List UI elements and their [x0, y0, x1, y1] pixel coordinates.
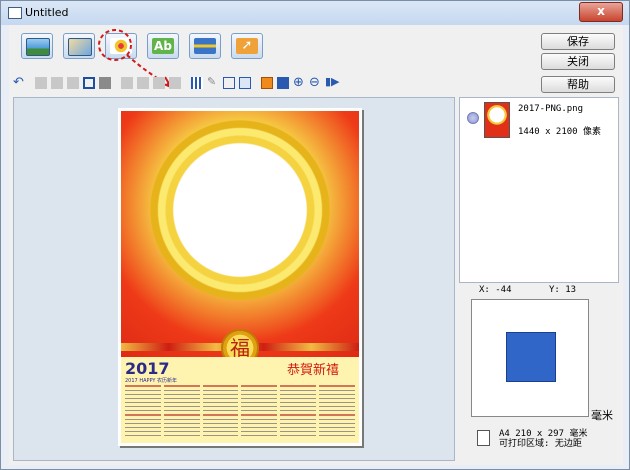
zoom-out-icon[interactable]: ⊖ [309, 75, 321, 90]
photo-frame-ring [150, 120, 330, 300]
calendar-month [125, 413, 161, 439]
pointer-icon: ➚ [236, 38, 258, 54]
y-coordinate: Y: 13 [549, 285, 577, 295]
poster-year: 2017 [125, 359, 170, 378]
unit-label: 毫米 [591, 409, 613, 422]
paste-icon[interactable] [67, 77, 79, 89]
layout-preview [471, 299, 589, 417]
properties-icon[interactable] [223, 77, 235, 89]
image-list-item[interactable]: 2017-PNG.png 1440 x 2100 像素 [460, 98, 618, 142]
design-canvas[interactable]: 福 2017 2017 HAPPY 农历新年 恭賀新禧 [13, 97, 455, 461]
cut-icon[interactable] [51, 77, 63, 89]
calendar-month [241, 413, 278, 439]
delete-icon[interactable] [99, 77, 111, 89]
window-icon[interactable] [239, 77, 251, 89]
select-tool-button[interactable]: ➚ [231, 33, 263, 59]
copy-icon[interactable] [35, 77, 47, 89]
calendar-month [163, 385, 200, 411]
ruler-icon [194, 38, 216, 54]
poster-greeting: 恭賀新禧 [287, 363, 340, 378]
calendar-month [163, 413, 200, 439]
play-icon[interactable]: ▮▶ [325, 75, 340, 88]
photo-icon [68, 38, 92, 56]
calendar-grid [125, 385, 355, 439]
calendar-month [202, 385, 239, 411]
paper-info: A4 210 x 297 毫米 可打印区域: 无边距 [499, 429, 587, 449]
calendar-month [241, 385, 278, 411]
save-button[interactable]: 保存 [541, 33, 615, 50]
close-button[interactable]: 关闭 [541, 53, 615, 70]
image-dimensions: 1440 x 2100 像素 [518, 127, 602, 137]
image-filename: 2017-PNG.png [518, 104, 584, 114]
image-tool-button[interactable] [63, 33, 95, 59]
align-right-icon[interactable] [153, 77, 165, 89]
window-close-button[interactable]: x [579, 2, 623, 22]
calendar-month [125, 385, 161, 411]
paper-document-icon [477, 430, 490, 446]
paper-size: A4 210 x 297 毫米 [499, 429, 588, 439]
edit-toolbar: ↶ ✎ ⊕ ⊖ ▮▶ [13, 75, 433, 93]
calendar-month [319, 413, 355, 439]
preview-selection-box [506, 332, 556, 382]
background-tool-button[interactable] [21, 33, 53, 59]
landscape-frame-icon [26, 38, 50, 56]
client-area: Ab ➚ 保存 关闭 帮助 ↶ ✎ ⊕ ⊖ ▮▶ 福 2017 2017 HAP… [9, 25, 623, 465]
bring-front-icon[interactable] [261, 77, 273, 89]
zoom-in-icon[interactable]: ⊕ [293, 75, 305, 90]
calendar-poster-image[interactable]: 福 2017 2017 HAPPY 农历新年 恭賀新禧 [121, 111, 359, 443]
align-left-icon[interactable] [121, 77, 133, 89]
image-select-radio[interactable] [467, 112, 479, 124]
app-window-icon [8, 7, 22, 19]
align-center-icon[interactable] [137, 77, 149, 89]
grid-icon[interactable] [191, 77, 203, 89]
image-thumbnail[interactable] [484, 102, 510, 138]
help-button[interactable]: 帮助 [541, 76, 615, 93]
poster-year-subtitle: 2017 HAPPY 农历新年 [125, 378, 178, 384]
printable-area: 可打印区域: 无边距 [499, 439, 582, 449]
calendar-month [319, 385, 355, 411]
send-back-icon[interactable] [277, 77, 289, 89]
title-bar[interactable]: Untitled x [1, 1, 629, 25]
calendar-month [280, 413, 317, 439]
window-title: Untitled [25, 6, 69, 19]
pencil-icon[interactable]: ✎ [207, 75, 219, 88]
calendar-month [280, 385, 317, 411]
image-list-panel: 2017-PNG.png 1440 x 2100 像素 [459, 97, 619, 283]
ruler-tool-button[interactable] [189, 33, 221, 59]
app-window: Untitled x Ab ➚ 保存 关闭 帮助 ↶ ✎ ⊕ ⊖ ▮▶ 福 20… [0, 0, 630, 470]
x-coordinate: X: -44 [479, 285, 512, 295]
select-all-icon[interactable] [83, 77, 95, 89]
calendar-month [202, 413, 239, 439]
align-top-icon[interactable] [169, 77, 181, 89]
print-page[interactable]: 福 2017 2017 HAPPY 农历新年 恭賀新禧 [118, 108, 362, 446]
undo-icon[interactable]: ↶ [13, 75, 25, 90]
